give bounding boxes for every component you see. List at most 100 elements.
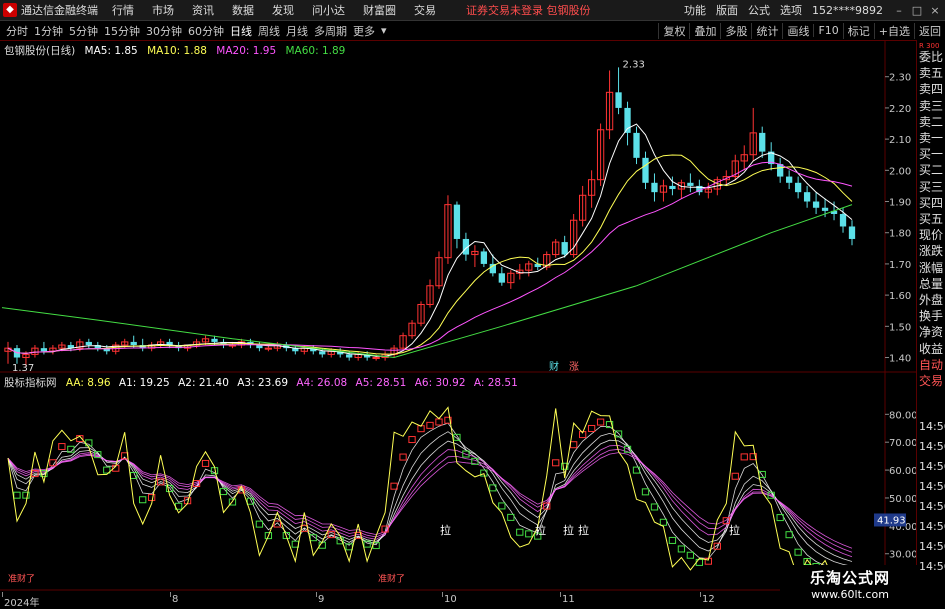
close-icon[interactable]: × — [927, 4, 943, 17]
indicator-bottom-label: 准财了 — [8, 573, 35, 585]
menu-item-formula[interactable]: 公式 — [748, 2, 770, 18]
indicator-axis: 80.0070.0060.0050.0040.0030.0020.00 — [885, 410, 916, 589]
candle-body — [812, 201, 820, 208]
chevron-down-icon[interactable]: ▾ — [381, 24, 387, 37]
tab-weekly[interactable]: 周线 — [258, 23, 280, 39]
indicator-step-box — [587, 424, 596, 432]
side-item[interactable]: 净资 — [919, 323, 945, 340]
month-label: 2024年 — [4, 598, 40, 609]
tab-monthly[interactable]: 月线 — [286, 23, 308, 39]
candle-body — [480, 251, 488, 264]
side-item[interactable]: 卖二 — [919, 113, 945, 130]
tool-stats[interactable]: 统计 — [751, 22, 782, 39]
side-item[interactable]: 涨跌 — [919, 242, 945, 259]
tab-daily[interactable]: 日线 — [230, 23, 252, 39]
indicator-step-box — [139, 496, 147, 504]
maximize-icon[interactable]: □ — [909, 4, 925, 17]
candle-body — [264, 347, 273, 350]
side-item[interactable]: 买三 — [919, 178, 945, 195]
tool-back[interactable]: 返回 — [914, 22, 945, 39]
user-account[interactable]: 152****9892 — [812, 4, 883, 17]
timeframe-bar: 分时 1分钟 5分钟 15分钟 30分钟 60分钟 日线 周线 月线 多周期 更… — [0, 21, 945, 41]
indicator-line-a4 — [7, 444, 853, 558]
tool-add-watchlist[interactable]: +自选 — [873, 22, 914, 39]
menu-item-options[interactable]: 选项 — [780, 2, 802, 18]
indicator-step-box — [399, 453, 407, 461]
menu-item-market[interactable]: 市场 — [152, 2, 174, 18]
side-item[interactable]: 卖五 — [919, 64, 945, 81]
stock-chart[interactable]: 2.30 2.20 2.10 2.00 1.90 1.80 1.70 1.60 1.50 1.40… — [0, 40, 916, 609]
indicator-step-box — [525, 530, 533, 538]
tool-adjust[interactable]: 复权 — [658, 22, 689, 39]
side-item[interactable]: 买二 — [919, 161, 945, 178]
price-tick-label: 1.60 — [889, 291, 911, 302]
menu-item-ask[interactable]: 问小达 — [312, 2, 345, 18]
menu-item-data[interactable]: 数据 — [232, 2, 254, 18]
side-item[interactable]: 自动 — [919, 356, 945, 373]
tab-1min[interactable]: 1分钟 — [34, 23, 63, 39]
indicator-step-box — [390, 482, 398, 490]
side-time: 14:56 — [919, 460, 945, 473]
indicator-step-box — [13, 491, 21, 499]
price-tick-label: 2.20 — [889, 104, 911, 115]
tool-mark[interactable]: 标记 — [842, 22, 874, 39]
menu-item-quotes[interactable]: 行情 — [112, 2, 134, 18]
side-item[interactable]: 总量 — [919, 275, 945, 292]
candlestick-series — [4, 67, 856, 367]
price-tick-label: 2.10 — [889, 135, 911, 146]
side-item[interactable]: 涨幅 — [919, 259, 945, 276]
tab-30min[interactable]: 30分钟 — [146, 23, 182, 39]
side-item[interactable]: 卖一 — [919, 129, 945, 146]
tool-overlay[interactable]: 叠加 — [689, 22, 720, 39]
menu-item-wealth[interactable]: 财富圈 — [363, 2, 396, 18]
minimize-icon[interactable]: – — [891, 4, 907, 17]
side-item[interactable]: 外盘 — [919, 291, 945, 308]
side-item[interactable]: 委比 — [919, 48, 945, 65]
stock-name-label: 包钢股份(日线) — [4, 45, 76, 57]
indicator-step-box — [148, 493, 156, 501]
login-warning[interactable]: 证券交易未登录 包钢股份 — [466, 2, 591, 18]
side-item[interactable]: 买四 — [919, 194, 945, 211]
menu-item-discover[interactable]: 发现 — [272, 2, 294, 18]
side-time: 14:56 — [919, 560, 945, 573]
month-label: 10 — [444, 594, 457, 605]
month-tick — [2, 592, 3, 597]
menu-item-layout[interactable]: 版面 — [716, 2, 738, 18]
indicator-step-box — [677, 545, 686, 553]
side-item[interactable]: 买五 — [919, 210, 945, 227]
side-item[interactable]: 买一 — [919, 145, 945, 162]
side-item[interactable]: 卖四 — [919, 80, 945, 97]
menu-item-news[interactable]: 资讯 — [192, 2, 214, 18]
side-item[interactable]: 换手 — [919, 307, 945, 324]
ma5-label: MA5: 1.85 — [84, 45, 138, 57]
candle-body — [453, 204, 461, 239]
side-item[interactable]: 交易 — [919, 372, 945, 389]
menu-item-trade[interactable]: 交易 — [414, 2, 436, 18]
quote-side-panel: R 300 委比 卖五 卖四 卖三 卖二 卖一 买一 买二 买三 买四 买五 现价 涨跌 涨幅 总量 外盘 换手… — [916, 40, 945, 609]
tool-draw[interactable]: 画线 — [782, 22, 813, 39]
indicator-step-box — [219, 488, 228, 496]
side-time: 14:56 — [919, 440, 945, 453]
tab-intraday[interactable]: 分时 — [6, 23, 28, 39]
tool-multi-stock[interactable]: 多股 — [720, 22, 751, 39]
ind-a5-label: A5: 28.51 — [355, 377, 407, 389]
side-item[interactable]: 收益 — [919, 340, 945, 357]
ma20-label: MA20: 1.95 — [216, 45, 277, 57]
month-tick — [170, 592, 171, 597]
tab-60min[interactable]: 60分钟 — [188, 23, 224, 39]
indicator-step-box — [686, 551, 695, 559]
tab-multi-period[interactable]: 多周期 — [314, 23, 347, 39]
candle-body — [40, 348, 48, 352]
menu-item-function[interactable]: 功能 — [684, 2, 706, 18]
tool-f10[interactable]: F10 — [813, 24, 842, 37]
tab-15min[interactable]: 15分钟 — [104, 23, 140, 39]
site-watermark: 乐淘公式网 www.60lt.com — [780, 565, 920, 609]
side-item[interactable]: 卖三 — [919, 97, 945, 114]
side-time: 14:56 — [919, 480, 945, 493]
marker-rise: 涨 — [569, 361, 579, 373]
indicator-step-box — [426, 421, 434, 429]
tab-5min[interactable]: 5分钟 — [69, 23, 98, 39]
tab-more[interactable]: 更多 — [353, 23, 375, 39]
price-tick-label: 1.80 — [889, 229, 911, 240]
side-item[interactable]: 现价 — [919, 226, 945, 243]
